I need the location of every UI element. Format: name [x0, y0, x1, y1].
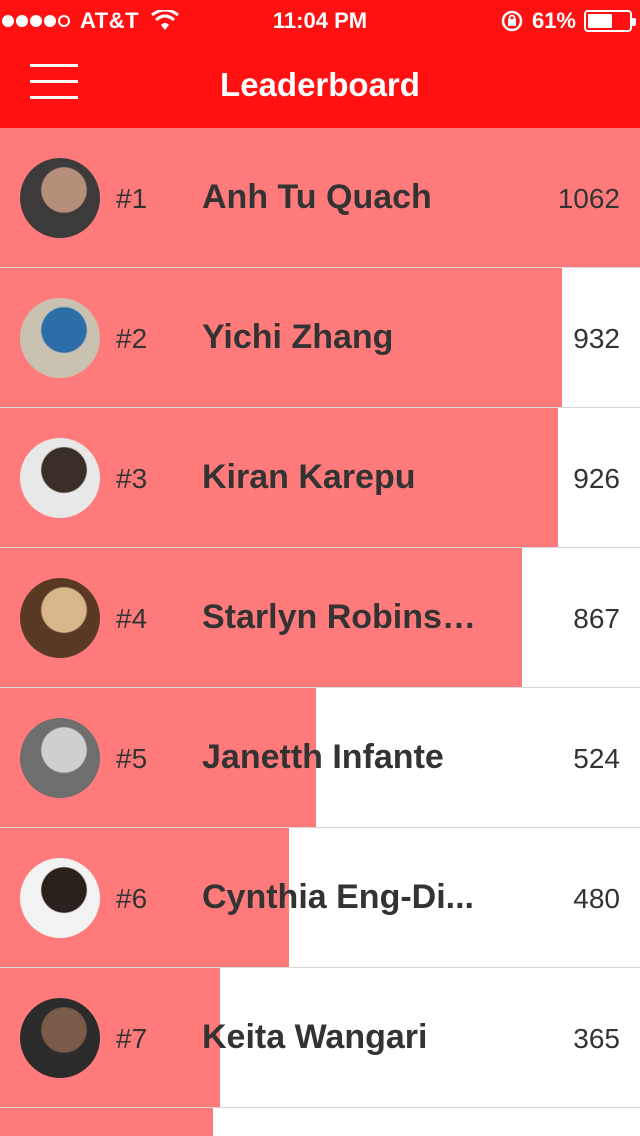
player-name: Starlyn Robinson: [202, 598, 482, 636]
leaderboard-row[interactable]: #5 Janetth Infante 524: [0, 688, 640, 828]
leaderboard-row[interactable]: #1 Anh Tu Quach 1062: [0, 128, 640, 268]
leaderboard-row[interactable]: #2 Yichi Zhang 932: [0, 268, 640, 408]
player-name: Keita Wangari: [202, 1018, 428, 1056]
avatar[interactable]: [20, 578, 100, 658]
app-screen: AT&T 11:04 PM 61% Leaderboard #1 Anh Tu …: [0, 0, 640, 1136]
battery-percent: 61%: [531, 8, 576, 33]
navigation-bar: Leaderboard: [0, 40, 640, 128]
avatar[interactable]: [20, 998, 100, 1078]
avatar[interactable]: [20, 438, 100, 518]
status-bar: AT&T 11:04 PM 61%: [0, 0, 640, 40]
battery-icon: [584, 10, 636, 32]
score-value: 365: [573, 1023, 620, 1054]
leaderboard-row[interactable]: #4 Starlyn Robinson 867: [0, 548, 640, 688]
rank-label: #2: [116, 323, 148, 354]
leaderboard-row-partial[interactable]: [0, 1108, 640, 1136]
rank-label: #6: [116, 883, 148, 914]
avatar[interactable]: [20, 158, 100, 238]
player-name: Kiran Karepu: [202, 458, 416, 496]
leaderboard-row[interactable]: #6 Cynthia Eng-Di... 480: [0, 828, 640, 968]
score-value: 867: [573, 603, 620, 634]
page-title: Leaderboard: [220, 66, 420, 103]
avatar[interactable]: [20, 718, 100, 798]
rank-label: #4: [116, 603, 148, 634]
score-value: 926: [573, 463, 620, 494]
score-value: 932: [573, 323, 620, 354]
rank-label: #7: [116, 1023, 148, 1054]
score-value: 524: [573, 743, 620, 774]
leaderboard-row[interactable]: #3 Kiran Karepu 926: [0, 408, 640, 548]
player-name: Anh Tu Quach: [202, 178, 432, 216]
score-bar: [0, 1108, 213, 1136]
status-right: 61%: [500, 8, 636, 34]
score-value: 1062: [557, 183, 620, 214]
leaderboard-row[interactable]: #7 Keita Wangari 365: [0, 968, 640, 1108]
avatar[interactable]: [20, 298, 100, 378]
avatar[interactable]: [20, 858, 100, 938]
leaderboard-list[interactable]: #1 Anh Tu Quach 1062 #2 Yichi Zhang 932 #3 Kira…: [0, 128, 640, 1136]
rank-label: #1: [116, 183, 148, 214]
rank-label: #3: [116, 463, 148, 494]
rank-label: #5: [116, 743, 148, 774]
player-name: Cynthia Eng-Di...: [202, 878, 474, 916]
player-name: Janetth Infante: [202, 738, 444, 776]
score-value: 480: [573, 883, 620, 914]
player-name: Yichi Zhang: [202, 318, 394, 356]
rotation-lock-icon: [501, 10, 523, 32]
